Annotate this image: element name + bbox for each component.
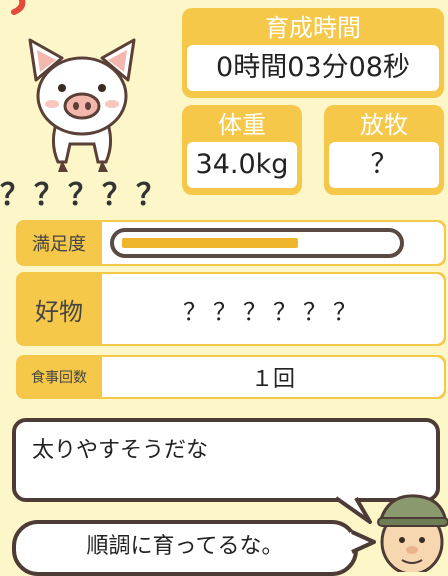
weight-card: 体重 34.0kg [182, 105, 302, 195]
raising-time-value: 0時間03分08秒 [187, 45, 439, 91]
satisfaction-row: 満足度 [16, 220, 446, 266]
weight-label: 体重 [218, 111, 266, 139]
meal-count-row: 食事回数 １回 [16, 355, 446, 399]
pig-name: ？？？？？ [0, 178, 170, 213]
meal-count-value: １回 [102, 357, 444, 397]
corner-mark-icon [11, 0, 26, 15]
farmer-comment-text: 順調に育ってるな。 [86, 534, 284, 559]
farmer-icon [377, 494, 448, 572]
raising-time-card: 育成時間 0時間03分08秒 [182, 8, 444, 98]
favorite-food-value: ？？？？？？ [102, 274, 444, 344]
satisfaction-label: 満足度 [32, 234, 86, 255]
favorite-food-label: 好物 [35, 297, 83, 326]
grazing-card[interactable]: 放牧 ？ [324, 105, 444, 195]
satisfaction-gauge [110, 228, 404, 258]
farmer-comment-bubble: 順調に育ってるな。 [12, 520, 358, 576]
satisfaction-gauge-area [102, 222, 444, 264]
pig-icon [28, 38, 136, 172]
raising-time-label: 育成時間 [265, 14, 361, 42]
favorite-food-row: 好物 ？？？？？？ [16, 272, 446, 346]
weight-value: 34.0kg [187, 142, 297, 188]
grazing-label: 放牧 [360, 111, 408, 139]
pig-comment-text: 太りやすそうだな [32, 438, 209, 463]
satisfaction-gauge-fill [122, 238, 298, 248]
grazing-value: ？ [329, 142, 439, 188]
meal-count-label: 食事回数 [31, 370, 87, 386]
